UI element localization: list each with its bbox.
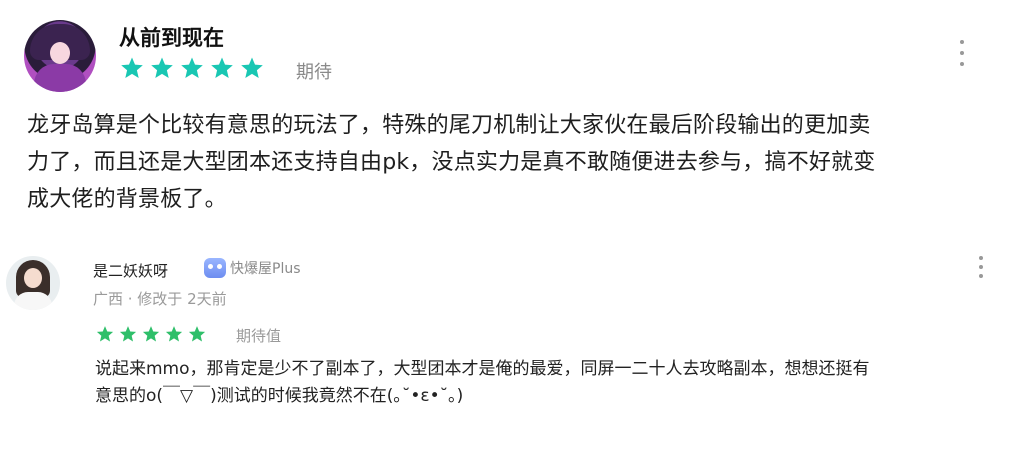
star-icon — [121, 57, 143, 78]
review-content-line: 龙牙岛算是个比较有意思的玩法了，特殊的尾刀机制让大家伙在最后阶段输出的更加卖 — [27, 113, 871, 138]
review-content: 龙牙岛算是个比较有意思的玩法了，特殊的尾刀机制让大家伙在最后阶段输出的更加卖 力… — [27, 107, 992, 218]
reply-content-line: 意思的o(￣▽￣)测试的时候我竟然不在(｡˘•ε•˘｡) — [95, 386, 464, 406]
reply-content-line: 说起来mmo，那肯定是少不了副本了，大型团本才是俺的最爱，同屏一二十人去攻略副本… — [95, 359, 870, 379]
more-options-icon[interactable] — [976, 256, 986, 278]
avatar[interactable] — [6, 256, 60, 310]
avatar-face — [50, 42, 70, 64]
rating-label: 期待 — [296, 62, 332, 83]
review-content-line: 力了，而且还是大型团本还支持自由pk，没点实力是真不敢随便进去参与，搞不好就变 — [27, 150, 876, 175]
username[interactable]: 从前到现在 — [119, 22, 224, 52]
avatar-body — [14, 292, 52, 310]
member-badge[interactable]: 快爆屋Plus — [204, 258, 301, 278]
avatar-body — [34, 64, 86, 92]
star-icon — [151, 57, 173, 78]
star-icon — [241, 57, 263, 78]
star-rating — [96, 325, 206, 343]
star-icon — [142, 326, 160, 342]
review-content-line: 成大佬的背景板了。 — [27, 187, 227, 212]
reply-content: 说起来mmo，那肯定是少不了副本了，大型团本才是俺的最爱，同屏一二十人去攻略副本… — [95, 356, 995, 410]
star-icon — [211, 57, 233, 78]
star-rating — [120, 56, 264, 82]
badge-label: 快爆屋Plus — [230, 261, 301, 277]
review-card: 从前到现在 期待 龙牙岛算是个比较有意思的玩法了，特殊的尾刀机制让大家伙在最后阶… — [0, 0, 1015, 240]
location-time: 广西 · 修改于 2天前 — [93, 290, 227, 308]
username[interactable]: 是二妖妖呀 — [93, 260, 168, 281]
star-icon — [165, 326, 183, 342]
kuaibaowu-plus-icon — [204, 258, 226, 278]
rating-label: 期待值 — [236, 327, 282, 345]
avatar[interactable] — [24, 20, 96, 92]
more-options-icon[interactable] — [957, 40, 967, 66]
avatar-face — [24, 268, 42, 288]
star-icon — [119, 326, 137, 342]
star-icon — [188, 326, 206, 342]
star-icon — [96, 326, 114, 342]
star-icon — [181, 57, 203, 78]
reply-card: 是二妖妖呀 快爆屋Plus 广西 · 修改于 2天前 期待值 说起来mmo，那肯… — [0, 248, 1015, 448]
